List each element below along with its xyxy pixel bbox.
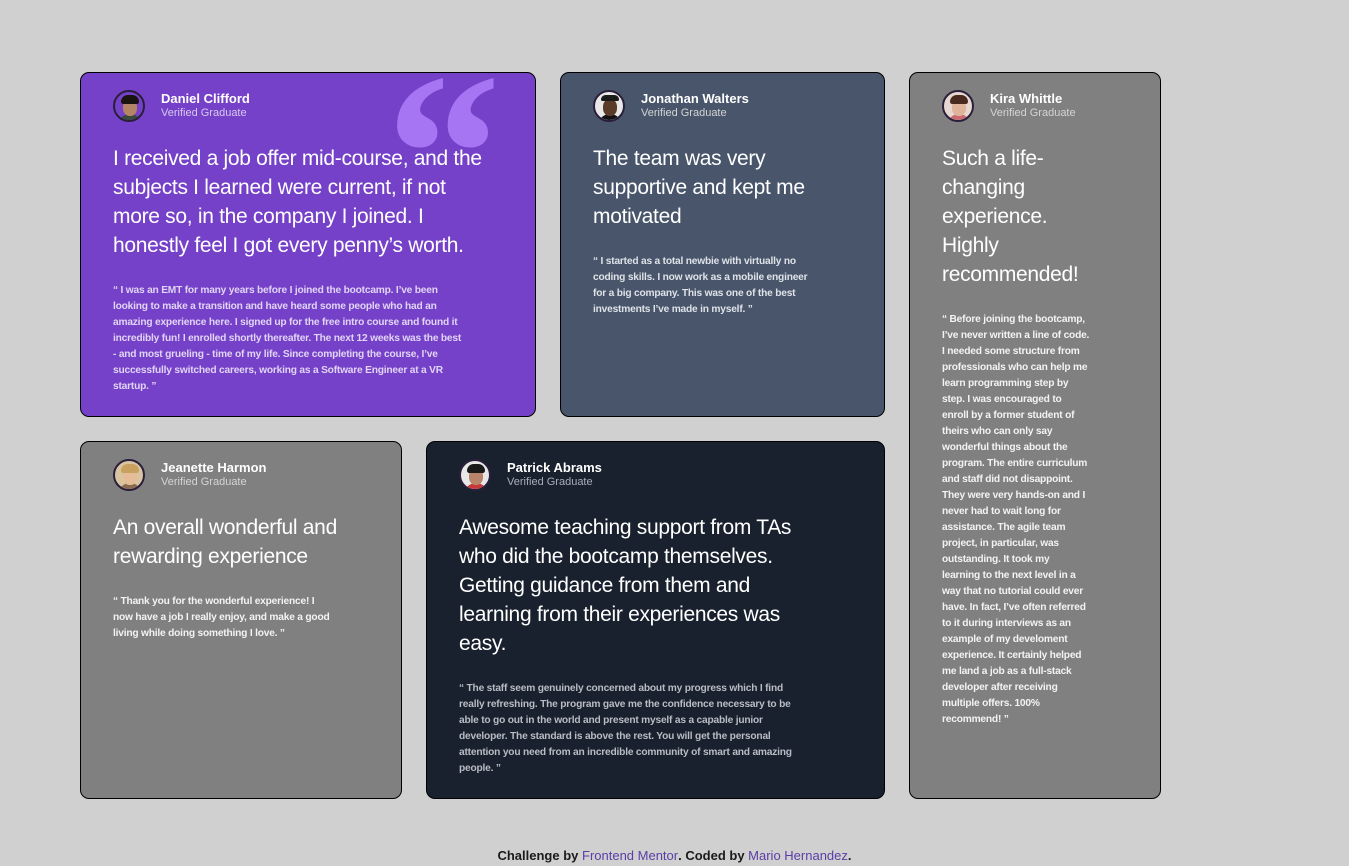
avatar: [942, 90, 974, 122]
card-header: Patrick Abrams Verified Graduate: [459, 459, 852, 491]
author-role: Verified Graduate: [161, 476, 247, 489]
author-name: Jeanette Harmon: [161, 460, 267, 475]
author-name: Patrick Abrams: [507, 460, 602, 475]
testimonial-card-kira-whittle: Kira Whittle Verified Graduate Such a li…: [909, 72, 1161, 799]
testimonial-quote: “ The staff seem genuinely concerned abo…: [459, 683, 792, 774]
author-link[interactable]: Mario Hernandez: [748, 848, 848, 863]
author-role: Verified Graduate: [161, 107, 247, 120]
testimonial-quote: “ Before joining the bootcamp, I’ve neve…: [942, 314, 1090, 725]
footer-suffix: .: [847, 848, 852, 863]
testimonial-card-jeanette-harmon: Jeanette Harmon Verified Graduate An ove…: [80, 441, 402, 799]
frontend-mentor-link[interactable]: Frontend Mentor: [582, 848, 678, 863]
card-header: Jonathan Walters Verified Graduate: [593, 90, 852, 122]
author-role: Verified Graduate: [507, 476, 593, 489]
author-name: Daniel Clifford: [161, 91, 250, 106]
avatar: [459, 459, 491, 491]
card-header: Jeanette Harmon Verified Graduate: [113, 459, 369, 491]
attribution-footer: Challenge by Frontend Mentor. Coded by M…: [0, 848, 1349, 863]
testimonial-quote: “ I was an EMT for many years before I j…: [113, 285, 462, 392]
author-role: Verified Graduate: [641, 107, 727, 120]
testimonial-card-daniel-clifford: “ Daniel Clifford Verified Graduate I re…: [80, 72, 536, 417]
testimonial-quote: “ I started as a total newbie with virtu…: [593, 256, 808, 315]
testimonial-headline: I received a job offer mid-course, and t…: [113, 147, 482, 257]
avatar: [593, 90, 625, 122]
testimonial-headline: The team was very supportive and kept me…: [593, 147, 805, 228]
avatar: [113, 90, 145, 122]
card-header: Daniel Clifford Verified Graduate: [113, 90, 503, 122]
testimonial-card-patrick-abrams: Patrick Abrams Verified Graduate Awesome…: [426, 441, 885, 799]
author-name: Kira Whittle: [990, 91, 1063, 106]
footer-middle: . Coded by: [678, 848, 749, 863]
author-name: Jonathan Walters: [641, 91, 749, 106]
author-role: Verified Graduate: [990, 107, 1076, 120]
testimonial-headline: An overall wonderful and rewarding exper…: [113, 516, 337, 568]
card-header: Kira Whittle Verified Graduate: [942, 90, 1128, 122]
avatar: [113, 459, 145, 491]
footer-prefix: Challenge by: [497, 848, 582, 863]
testimonial-card-jonathan-walters: Jonathan Walters Verified Graduate The t…: [560, 72, 885, 417]
testimonial-headline: Awesome teaching support from TAs who di…: [459, 516, 792, 655]
testimonial-quote: “ Thank you for the wonderful experience…: [113, 596, 330, 639]
testimonial-headline: Such a life-changing experience. Highly …: [942, 147, 1079, 286]
